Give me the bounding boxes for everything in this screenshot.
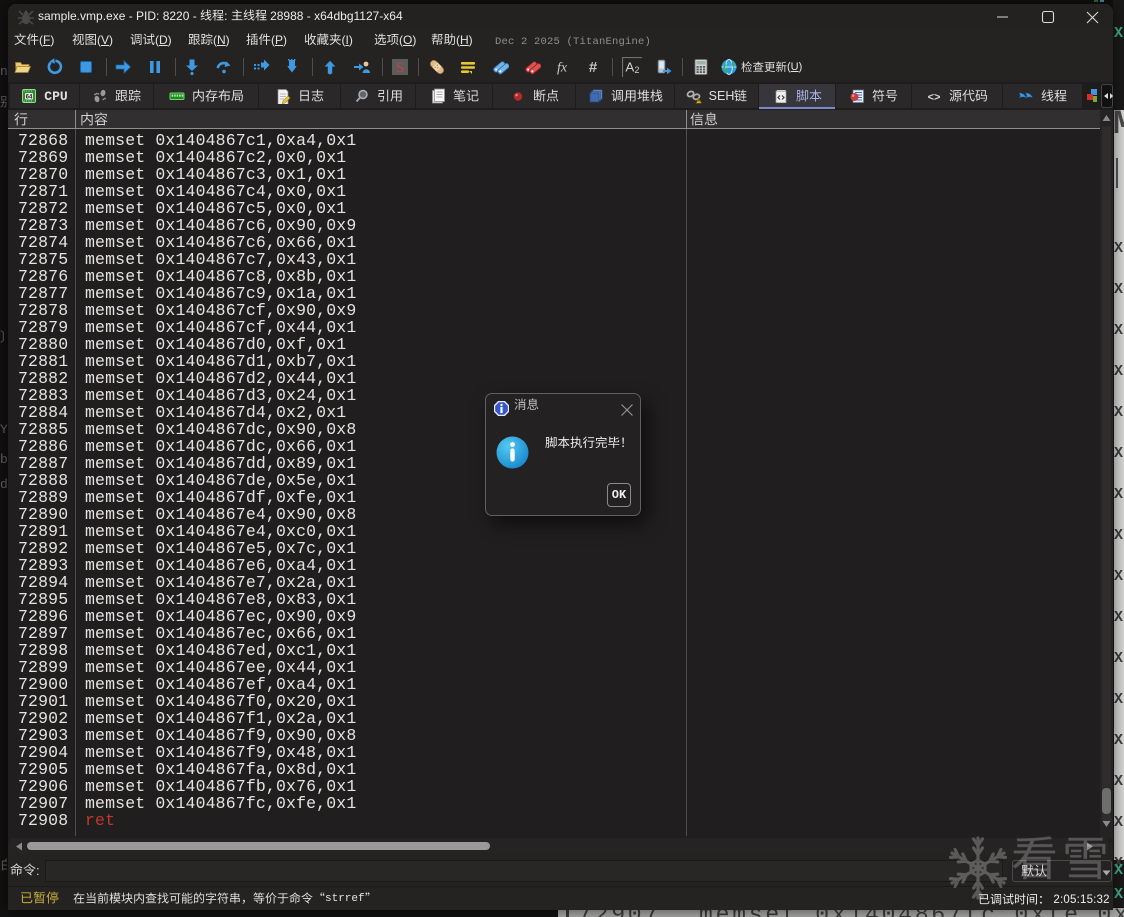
svg-text:64: 64 (26, 95, 33, 101)
svg-text:S: S (396, 60, 404, 76)
svg-text:A: A (625, 59, 634, 74)
svg-text:fx: fx (557, 61, 568, 76)
svg-text:<>: <> (928, 92, 941, 104)
svg-text:#: # (589, 59, 598, 76)
svg-text:2: 2 (635, 65, 640, 75)
